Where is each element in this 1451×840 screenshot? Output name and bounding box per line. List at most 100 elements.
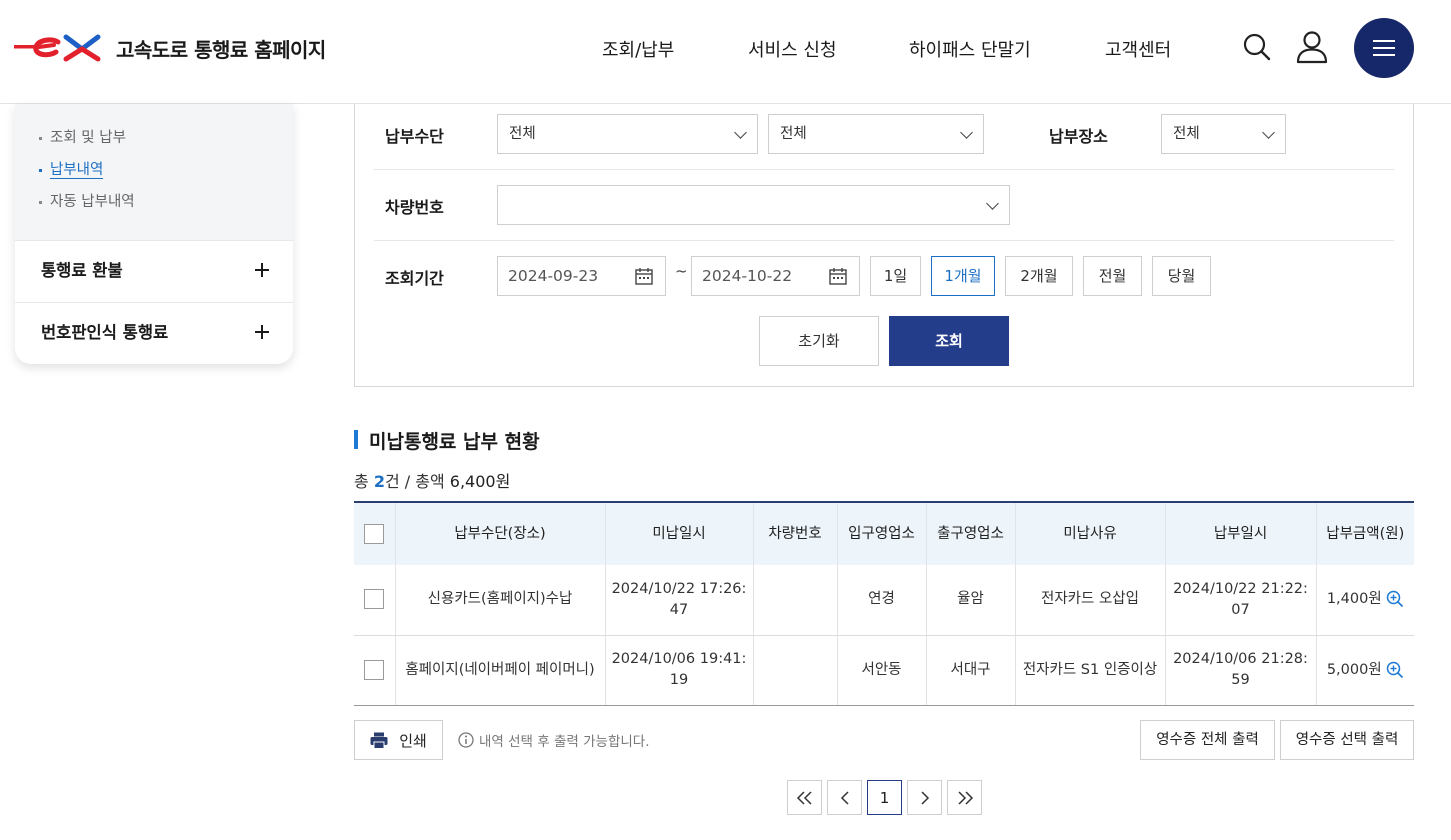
table-row: 신용카드(홈페이지)수납 2024/10/22 17:26:47 연경 율암 전…: [354, 565, 1414, 636]
next-page-button[interactable]: [907, 780, 942, 815]
print-info: 내역 선택 후 출력 가능합니다.: [458, 730, 650, 750]
period-1day-button[interactable]: 1일: [870, 256, 921, 296]
side-subitem-inquiry-payment[interactable]: 조회 및 납부: [15, 126, 293, 158]
site-title: 고속도로 통행료 홈페이지: [116, 37, 326, 62]
form-divider: [374, 169, 1394, 170]
calendar-icon: [635, 268, 653, 285]
section-title: 미납통행료 납부 현황: [369, 431, 540, 453]
receipt-print-selected-button[interactable]: 영수증 선택 출력: [1280, 720, 1414, 760]
search-icon: [1243, 33, 1271, 61]
plus-icon: [255, 325, 269, 339]
column-header: 미납사유: [1014, 501, 1165, 565]
side-menu: 조회 및 납부 납부내역 자동 납부내역 통행료 환불 번호판인식 통행료: [15, 104, 293, 364]
prev-page-button[interactable]: [827, 780, 862, 815]
row-checkbox[interactable]: [364, 589, 385, 610]
pay-place-label: 납부장소: [1049, 127, 1108, 146]
row-select-cell: [354, 565, 395, 636]
cell-pay-method: 홈페이지(네이버페이 페이머니): [394, 635, 605, 706]
column-header: 미납일시: [604, 501, 753, 565]
cell-amount: 1,400원: [1315, 565, 1414, 636]
first-page-button[interactable]: [787, 780, 822, 815]
cell-exit-office: 율암: [925, 565, 1015, 636]
pay-place-select[interactable]: 전체: [1161, 114, 1286, 154]
cell-car-number: [752, 635, 837, 706]
period-label: 조회기간: [385, 269, 444, 288]
last-page-icon: [957, 790, 973, 805]
column-header: 납부수단(장소): [394, 501, 605, 565]
car-number-select[interactable]: [497, 185, 1010, 225]
column-header: 출구영업소: [925, 501, 1015, 565]
cell-unpaid-at: 2024/10/22 17:26:47: [604, 565, 753, 636]
date-from-input[interactable]: 2024-09-23: [497, 256, 666, 296]
chevron-down-icon: [960, 126, 973, 139]
prev-page-icon: [840, 790, 849, 805]
next-page-icon: [920, 790, 929, 805]
result-summary: 총 2건 / 총액 6,400원: [354, 472, 511, 491]
car-number-label: 차량번호: [385, 198, 444, 217]
calendar-icon: [829, 268, 847, 285]
side-submenu: 조회 및 납부 납부내역 자동 납부내역: [15, 104, 293, 240]
ex-logo-icon: [14, 34, 101, 62]
hamburger-menu-button[interactable]: [1354, 18, 1414, 78]
nav-customer-center[interactable]: 고객센터: [1105, 36, 1171, 62]
date-separator: ~: [675, 262, 688, 280]
hamburger-menu-icon: [1373, 40, 1395, 56]
cell-unpaid-reason: 전자카드 오삽입: [1014, 565, 1165, 636]
form-divider: [374, 240, 1394, 241]
reset-button[interactable]: 초기화: [759, 316, 879, 366]
cell-paid-at: 2024/10/06 21:28:59: [1164, 635, 1316, 706]
row-select-cell: [354, 635, 395, 706]
side-subitem-payment-history[interactable]: 납부내역: [15, 158, 293, 190]
printer-icon: [370, 732, 388, 749]
last-page-button[interactable]: [947, 780, 982, 815]
user-button[interactable]: [1295, 30, 1329, 64]
zoom-in-icon[interactable]: [1386, 590, 1404, 608]
cell-car-number: [752, 565, 837, 636]
table-row: 홈페이지(네이버페이 페이머니) 2024/10/06 19:41:19 서안동…: [354, 635, 1414, 706]
table-header-row: 납부수단(장소) 미납일시 차량번호 입구영업소 출구영업소 미납사유 납부일시…: [354, 501, 1414, 565]
plus-icon: [255, 263, 269, 277]
side-item-toll-refund[interactable]: 통행료 환불: [15, 240, 293, 302]
receipt-print-all-button[interactable]: 영수증 전체 출력: [1140, 720, 1275, 760]
period-this-month-button[interactable]: 당월: [1152, 256, 1211, 296]
period-2month-button[interactable]: 2개월: [1005, 256, 1073, 296]
pay-method-sub-select[interactable]: 전체: [768, 114, 984, 154]
column-header: 납부일시: [1164, 501, 1316, 565]
nav-hipass-device[interactable]: 하이패스 단말기: [909, 36, 1031, 62]
cell-entry-office: 연경: [836, 565, 926, 636]
column-header: 납부금액(원): [1315, 501, 1414, 565]
site-logo[interactable]: 고속도로 통행료 홈페이지: [14, 33, 326, 63]
select-all-checkbox[interactable]: [364, 523, 385, 544]
cell-exit-office: 서대구: [925, 635, 1015, 706]
chevron-down-icon: [734, 126, 747, 139]
date-to-input[interactable]: 2024-10-22: [691, 256, 860, 296]
cell-amount: 5,000원: [1315, 635, 1414, 706]
result-count: 2: [373, 472, 385, 491]
zoom-in-icon[interactable]: [1386, 661, 1404, 679]
nav-inquiry-payment[interactable]: 조회/납부: [602, 36, 674, 62]
print-button[interactable]: 인쇄: [354, 720, 443, 760]
pay-method-label: 납부수단: [385, 127, 444, 146]
chevron-down-icon: [1262, 126, 1275, 139]
cell-entry-office: 서안동: [836, 635, 926, 706]
row-checkbox[interactable]: [364, 659, 385, 680]
side-item-plate-recognition-toll[interactable]: 번호판인식 통행료: [15, 302, 293, 364]
site-header: 고속도로 통행료 홈페이지 조회/납부 서비스 신청 하이패스 단말기 고객센터: [0, 0, 1451, 104]
search-button[interactable]: [1240, 30, 1274, 64]
user-icon: [1296, 31, 1328, 64]
payment-history-table: 납부수단(장소) 미납일시 차량번호 입구영업소 출구영업소 미납사유 납부일시…: [354, 501, 1414, 706]
period-1month-button[interactable]: 1개월: [931, 256, 995, 296]
result-total: 6,400원: [449, 472, 511, 491]
page-number-button[interactable]: 1: [867, 780, 902, 815]
section-title-marker: [354, 430, 358, 449]
period-prev-month-button[interactable]: 전월: [1083, 256, 1142, 296]
nav-service-apply[interactable]: 서비스 신청: [748, 36, 837, 62]
side-subitem-auto-payment-history[interactable]: 자동 납부내역: [15, 190, 293, 222]
select-all-cell: [354, 501, 395, 565]
chevron-down-icon: [986, 197, 999, 210]
cell-pay-method: 신용카드(홈페이지)수납: [394, 565, 605, 636]
cell-paid-at: 2024/10/22 21:22:07: [1164, 565, 1316, 636]
search-submit-button[interactable]: 조회: [889, 316, 1009, 366]
info-icon: [458, 732, 474, 748]
pay-method-select[interactable]: 전체: [497, 114, 758, 154]
